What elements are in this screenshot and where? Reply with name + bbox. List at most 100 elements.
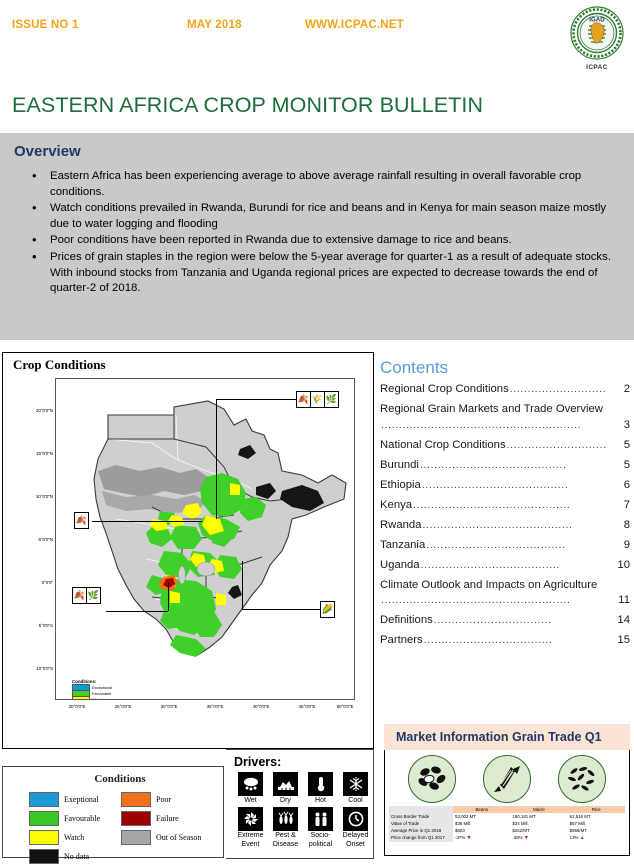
driver-socio-political: Socio-political: [304, 807, 337, 849]
callout-kenya: 🌽: [320, 601, 335, 618]
legend-label: Out of Season: [156, 833, 202, 842]
toc-item-burundi[interactable]: Burundi ................................…: [380, 458, 630, 474]
driver-label: Pest & Disease: [272, 832, 299, 848]
legend-label: Failure: [156, 814, 179, 823]
icpac-logo: IGAD ICPAC: [566, 6, 628, 71]
legend-row-favourable: Favourable: [29, 811, 121, 826]
crop-conditions-map-panel: Crop Conditions 20°0'0"N 15°0'0"N 10°0'0…: [2, 352, 374, 749]
locust-icon: [273, 807, 298, 832]
clock-icon: [343, 807, 368, 832]
overview-heading: Overview: [14, 143, 81, 160]
table-header-row: Beans Maize Rice: [389, 806, 625, 814]
issue-number: ISSUE NO 1: [12, 19, 79, 31]
svg-text:IGAD: IGAD: [589, 17, 605, 24]
toc-dots: .......................................: [426, 539, 566, 551]
toc-dots: ............................: [506, 439, 607, 451]
legend-label: Poor: [156, 795, 172, 804]
contents-heading: Contents: [380, 358, 449, 377]
website-url[interactable]: WWW.ICPAC.NET: [305, 19, 404, 31]
cell-beans: $38 Mill.: [453, 820, 511, 828]
conditions-legend-title: Conditions: [94, 773, 146, 785]
page-title: EASTERN AFRICA CROP MONITOR BULLETIN: [12, 93, 484, 117]
callout-leader-line: [92, 521, 202, 523]
toc-item-uganda[interactable]: Uganda .................................…: [380, 558, 630, 574]
toc-item-ethiopia[interactable]: Ethiopia ...............................…: [380, 478, 630, 494]
toc-page: 9: [623, 538, 630, 551]
toc-label: Tanzania: [380, 538, 426, 551]
toc-label: Burundi: [380, 458, 419, 471]
maize-icon: 🌽: [321, 604, 334, 614]
driver-label: Socio-political: [308, 832, 333, 848]
bulletin-page: ISSUE NO 1 MAY 2018 WWW.ICPAC.NET IGAD I…: [0, 0, 634, 864]
toc-label: Kenya: [380, 498, 413, 511]
toc-dots: ........................................…: [381, 595, 571, 606]
map-y-tick: 10°0'0"S: [36, 666, 53, 671]
toc-page: 11: [618, 594, 630, 606]
toc-item-partners[interactable]: Partners ...............................…: [380, 633, 630, 649]
trend-up-icon: ▲: [579, 835, 585, 842]
toc-page: 2: [623, 383, 630, 395]
toc-item-rwanda[interactable]: Rwanda .................................…: [380, 518, 630, 534]
toc-item-climate-outlook[interactable]: Climate Outlook and Impacts on Agricultu…: [380, 578, 630, 609]
callout-leader-line: [168, 583, 170, 611]
cell-beans: -37% ▼: [453, 834, 511, 842]
toc-item-regional-crop-conditions[interactable]: Regional Crop Conditions ...............…: [380, 382, 630, 398]
map-title: Crop Conditions: [13, 357, 106, 372]
toc-page: 3: [623, 418, 630, 431]
toc-page: 7: [623, 498, 630, 511]
drivers-title: Drivers:: [234, 755, 282, 769]
cell-maize: -38% ▼: [510, 834, 568, 842]
map-frame: 20°0'0"N 15°0'0"N 10°0'0"N 5°0'0"N 0°0'0…: [36, 378, 355, 718]
toc-item-definitions[interactable]: Definitions ............................…: [380, 613, 630, 629]
toc-item-regional-grain-markets[interactable]: Regional Grain Markets and Trade Overvie…: [380, 402, 630, 433]
swatch-no-data: [29, 849, 59, 864]
legend-row-failure: Failure: [121, 811, 213, 826]
map-x-tick: 40°0'0"E: [252, 704, 270, 709]
swatch-watch: [29, 830, 59, 845]
toc-dots: ........................................…: [421, 479, 569, 491]
masthead: ISSUE NO 1 MAY 2018 WWW.ICPAC.NET IGAD I…: [0, 0, 634, 86]
map-plot-area[interactable]: Conditions: Exceptional Favourable Watch: [55, 378, 355, 700]
cracked-earth-icon: [273, 772, 298, 796]
driver-hot: Hot: [304, 772, 337, 805]
table-of-contents: Contents Regional Crop Conditions ......…: [380, 358, 630, 653]
crop-icon-row: [389, 755, 625, 803]
toc-item-kenya[interactable]: Kenya ..................................…: [380, 498, 630, 514]
map-y-tick: 10°0'0"N: [35, 494, 53, 499]
driver-label: Extreme Event: [237, 832, 264, 848]
teff-icon: 🌿: [325, 394, 338, 404]
toc-page: 10: [617, 558, 630, 571]
callout-leader-line: [242, 561, 244, 609]
bean-icon: 🍂: [75, 515, 88, 525]
igad-seal-icon: IGAD: [570, 6, 624, 60]
table-row: Value of Trade $38 Mill. $34 Mill. $67 M…: [389, 820, 625, 828]
toc-label: Regional Crop Conditions: [380, 383, 509, 395]
toc-item-national-crop-conditions[interactable]: National Crop Conditions ...............…: [380, 438, 630, 454]
map-y-tick: 0°0'0": [41, 580, 54, 585]
toc-label: National Crop Conditions: [380, 438, 506, 451]
callout-leader-line: [216, 399, 218, 519]
legend-label: Watch: [64, 833, 85, 842]
toc-page: 5: [623, 458, 630, 471]
toc-dots: .......................................: [420, 559, 561, 571]
column-header-rice: Rice: [567, 806, 625, 814]
bean-icon: 🍂: [73, 588, 87, 603]
swatch-out-of-season: [121, 830, 151, 845]
overview-section: Overview Eastern Africa has been experie…: [0, 133, 634, 340]
row-label: Price change from Q1 2017: [389, 834, 453, 842]
callout-leader-line: [106, 611, 168, 613]
swatch-poor: [121, 792, 151, 807]
toc-dots: ........................................…: [381, 419, 582, 431]
map-y-tick: 5°0'0"N: [38, 537, 53, 542]
bean-icon: 🍂: [297, 392, 311, 407]
toc-page: 15: [617, 634, 630, 646]
cell-value: -38%: [512, 835, 523, 841]
map-legend-label: Exceptional: [92, 685, 113, 691]
snowflake-icon: [343, 772, 368, 796]
column-header-beans: Beans: [453, 806, 511, 814]
toc-label: Ethiopia: [380, 478, 421, 491]
toc-page: 5: [623, 438, 630, 451]
people-icon: [308, 807, 333, 832]
trend-down-icon: ▼: [523, 835, 529, 842]
toc-item-tanzania[interactable]: Tanzania ...............................…: [380, 538, 630, 554]
